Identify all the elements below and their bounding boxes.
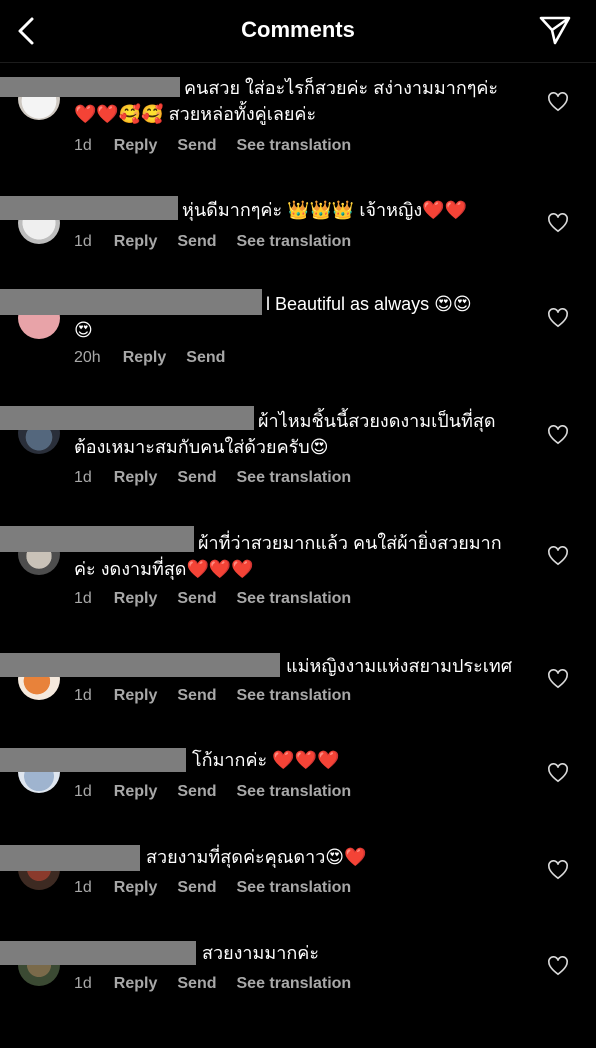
page-title: Comments (241, 17, 355, 42)
send-button[interactable]: Send (177, 687, 216, 705)
send-button[interactable]: Send (177, 879, 216, 897)
comment-item: โก้มากค่ะ ❤️❤️❤️ 1d Reply Send See translat… (0, 745, 596, 855)
heart-icon[interactable] (547, 425, 569, 445)
comment-item: แม่หญิงงามแห่งสยามประเทศ 1d Reply Send See … (0, 650, 596, 760)
comment-item: ผ้าไหมชิ้นนี้สวยงดงามเป็นที่สุด ต้องเหมา… (0, 402, 596, 512)
comment-item: l Beautiful as always 😍😍 😍 20h Reply Send (0, 285, 596, 395)
see-translation-button[interactable]: See translation (237, 783, 352, 801)
see-translation-button[interactable]: See translation (237, 137, 352, 155)
reply-button[interactable]: Reply (114, 975, 158, 993)
redacted-username[interactable] (0, 289, 262, 315)
heart-icon[interactable] (547, 92, 569, 112)
heart-icon[interactable] (547, 956, 569, 976)
send-button[interactable]: Send (177, 783, 216, 801)
see-translation-button[interactable]: See translation (237, 469, 352, 487)
comment-item: หุ่นดีมากๆค่ะ 👑👑👑 เจ้าหญิง❤️❤️ 1d Reply Se… (0, 190, 596, 300)
comment-item: คนสวย ใส่อะไรก็สวยค่ะ สง่างามมากๆค่ะ ❤️❤… (0, 70, 596, 180)
heart-icon[interactable] (547, 860, 569, 880)
heart-icon[interactable] (547, 546, 569, 566)
send-button[interactable]: Send (177, 469, 216, 487)
redacted-username[interactable] (0, 845, 140, 871)
comment-text-line2: 😍 (74, 320, 93, 340)
comment-text: โก้มากค่ะ ❤️❤️❤️ (192, 750, 340, 770)
reply-button[interactable]: Reply (114, 879, 158, 897)
redacted-username[interactable] (0, 77, 180, 97)
comment-meta: 1d Reply Send See translation (74, 469, 371, 487)
comment-item: สวยงามมากค่ะ 1d Reply Send See translation (0, 938, 596, 1048)
see-translation-button[interactable]: See translation (237, 590, 352, 608)
heart-icon[interactable] (547, 669, 569, 689)
timestamp: 1d (74, 975, 92, 992)
comment-item: สวยงามที่สุดค่ะคุณดาว😍❤️ 1d Reply Send See … (0, 842, 596, 952)
send-button[interactable]: Send (186, 349, 225, 367)
comment-text: คนสวย ใส่อะไรก็สวยค่ะ สง่างามมากๆค่ะ ❤️❤… (74, 75, 498, 124)
comment-text-line2: ต้องเหมาะสมกับคนใส่ด้วยครับ😍 (74, 437, 329, 457)
reply-button[interactable]: Reply (114, 469, 158, 487)
comment-text-line2: ค่ะ งดงามที่สุด❤️❤️❤️ (74, 559, 254, 579)
send-button[interactable]: Send (177, 590, 216, 608)
timestamp: 20h (74, 349, 101, 366)
comment-text: หุ่นดีมากๆค่ะ 👑👑👑 เจ้าหญิง❤️❤️ (182, 200, 467, 220)
comment-meta: 1d Reply Send See translation (74, 879, 371, 897)
reply-button[interactable]: Reply (114, 137, 158, 155)
comment-text-line2: ❤️❤️🥰🥰 สวยหล่อทั้งคู่เลยค่ะ (74, 104, 317, 124)
timestamp: 1d (74, 137, 92, 154)
reply-button[interactable]: Reply (123, 349, 167, 367)
reply-button[interactable]: Reply (114, 687, 158, 705)
reply-button[interactable]: Reply (114, 233, 158, 251)
reply-button[interactable]: Reply (114, 783, 158, 801)
redacted-username[interactable] (0, 406, 254, 430)
comment-meta: 1d Reply Send See translation (74, 783, 371, 801)
redacted-username[interactable] (0, 653, 280, 677)
redacted-username[interactable] (0, 526, 194, 552)
comment-meta: 1d Reply Send See translation (74, 233, 371, 251)
comment-text: แม่หญิงงามแห่งสยามประเทศ (286, 656, 513, 676)
redacted-username[interactable] (0, 196, 178, 220)
send-button[interactable]: Send (177, 137, 216, 155)
timestamp: 1d (74, 233, 92, 250)
redacted-username[interactable] (0, 941, 196, 965)
comment-text: ผ้าที่ว่าสวยมากแล้ว คนใส่ผ้ายิ่งสวยมาก ค… (74, 530, 502, 579)
heart-icon[interactable] (547, 763, 569, 783)
reply-button[interactable]: Reply (114, 590, 158, 608)
comment-meta: 20h Reply Send (74, 349, 245, 367)
comment-meta: 1d Reply Send See translation (74, 137, 371, 155)
redacted-username[interactable] (0, 748, 186, 772)
send-icon[interactable] (538, 14, 572, 46)
send-button[interactable]: Send (177, 975, 216, 993)
comment-text: สวยงามมากค่ะ (202, 943, 319, 963)
send-button[interactable]: Send (177, 233, 216, 251)
heart-icon[interactable] (547, 308, 569, 328)
see-translation-button[interactable]: See translation (237, 233, 352, 251)
comment-item: ผ้าที่ว่าสวยมากแล้ว คนใส่ผ้ายิ่งสวยมาก ค… (0, 523, 596, 633)
heart-icon[interactable] (547, 213, 569, 233)
timestamp: 1d (74, 469, 92, 486)
comment-meta: 1d Reply Send See translation (74, 687, 371, 705)
timestamp: 1d (74, 783, 92, 800)
timestamp: 1d (74, 590, 92, 607)
header: Comments (0, 0, 596, 63)
see-translation-button[interactable]: See translation (237, 975, 352, 993)
comment-text: ผ้าไหมชิ้นนี้สวยงดงามเป็นที่สุด ต้องเหมา… (74, 408, 496, 457)
see-translation-button[interactable]: See translation (237, 879, 352, 897)
comment-text: l Beautiful as always 😍😍 😍 (74, 291, 472, 340)
timestamp: 1d (74, 687, 92, 704)
comment-meta: 1d Reply Send See translation (74, 975, 371, 993)
see-translation-button[interactable]: See translation (237, 687, 352, 705)
comment-meta: 1d Reply Send See translation (74, 590, 371, 608)
timestamp: 1d (74, 879, 92, 896)
comment-text: สวยงามที่สุดค่ะคุณดาว😍❤️ (146, 847, 367, 867)
